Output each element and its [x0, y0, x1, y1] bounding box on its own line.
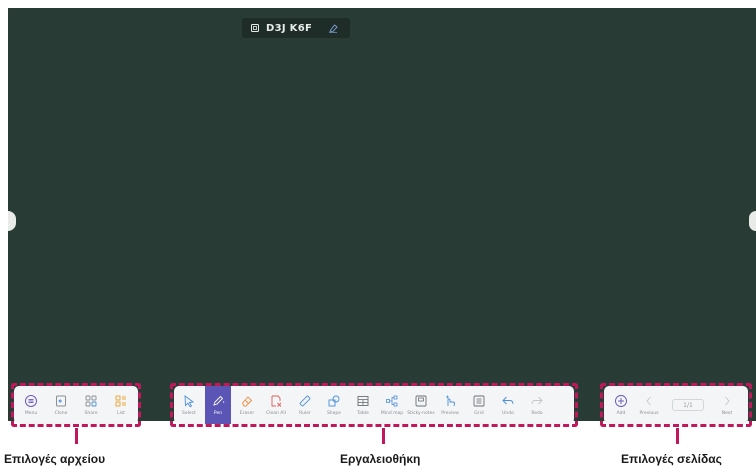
preview-tool-button[interactable]: Preview	[437, 386, 463, 424]
sticky-notes-icon	[415, 395, 427, 407]
list-button[interactable]: List	[108, 386, 134, 424]
eraser-icon	[241, 396, 253, 407]
page-indicator: 1/1	[672, 399, 704, 411]
chevron-left-icon	[646, 396, 651, 406]
toolbox-toolbar: Select Pen Eraser Clean All Ruler Shape …	[174, 386, 574, 424]
sticky-notes-tool-button[interactable]: Sticky-notes	[407, 386, 435, 424]
file-options-caption: Επιλογές αρχείου	[4, 452, 106, 466]
mind-map-icon	[386, 395, 398, 407]
preview-label: Preview	[441, 411, 459, 416]
menu-icon	[25, 395, 37, 407]
sticky-notes-label: Sticky-notes	[407, 411, 435, 416]
table-tool-button[interactable]: Table	[350, 386, 376, 424]
menu-label: Menu	[24, 411, 38, 416]
right-panel-handle[interactable]	[749, 211, 756, 231]
clone-button[interactable]: Clone	[48, 386, 74, 424]
clone-icon	[56, 395, 66, 407]
page-options-toolbar: Add Previous 1/1 Next	[604, 386, 748, 424]
grid-label: Grid	[474, 411, 484, 416]
redo-button[interactable]: Redo	[524, 386, 550, 424]
undo-icon	[502, 396, 514, 405]
add-page-button[interactable]: Add	[608, 386, 634, 424]
share-icon	[85, 395, 97, 407]
ruler-label: Ruler	[299, 411, 311, 416]
redo-label: Redo	[531, 411, 543, 416]
undo-label: Undo	[502, 411, 514, 416]
file-options-toolbar: Menu Clone Share List	[14, 386, 138, 424]
share-label: Share	[84, 411, 98, 416]
copy-icon[interactable]	[250, 23, 260, 33]
previous-page-button[interactable]: Previous	[634, 386, 664, 424]
room-code-pill: D3J K6F	[242, 18, 350, 38]
mind-map-tool-button[interactable]: Mind map	[379, 386, 405, 424]
whiteboard-canvas[interactable]: D3J K6F	[8, 8, 756, 421]
grid-tool-button[interactable]: Grid	[466, 386, 492, 424]
redo-icon	[531, 396, 543, 405]
preview-icon	[446, 395, 455, 407]
table-label: Table	[357, 411, 369, 416]
list-label: List	[117, 411, 125, 416]
page-options-pointer	[676, 428, 679, 444]
grid-icon	[473, 395, 485, 407]
table-icon	[357, 396, 369, 406]
clean-all-label: Clean All	[266, 411, 286, 416]
select-tool-button[interactable]: Select	[176, 386, 202, 424]
add-icon	[615, 395, 627, 407]
next-label: Next	[721, 411, 733, 416]
eraser-icon[interactable]	[328, 23, 338, 33]
next-page-button[interactable]: Next	[714, 386, 740, 424]
eraser-label: Eraser	[239, 411, 255, 416]
page-options-caption: Επιλογές σελίδας	[621, 452, 722, 466]
shape-tool-button[interactable]: Shape	[321, 386, 347, 424]
eraser-tool-button[interactable]: Eraser	[234, 386, 260, 424]
add-label: Add	[616, 411, 626, 416]
whiteboard-app: D3J K6F Menu Clone Share List Select Pen…	[0, 0, 756, 469]
pen-label: Pen	[213, 411, 223, 416]
mind-map-label: Mind map	[380, 411, 404, 416]
undo-button[interactable]: Undo	[495, 386, 521, 424]
select-label: Select	[182, 411, 196, 416]
shape-icon	[328, 395, 340, 407]
toolbox-pointer	[382, 428, 385, 444]
ruler-icon	[299, 395, 311, 407]
clean-all-button[interactable]: Clean All	[263, 386, 289, 424]
previous-label: Previous	[639, 411, 659, 416]
share-button[interactable]: Share	[78, 386, 104, 424]
toolbox-caption: Εργαλειοθήκη	[340, 452, 421, 466]
menu-button[interactable]: Menu	[18, 386, 44, 424]
clean-all-icon	[271, 395, 282, 407]
pen-tool-button[interactable]: Pen	[205, 386, 231, 424]
chevron-right-icon	[725, 396, 730, 406]
room-code: D3J K6F	[266, 22, 313, 34]
cursor-icon	[184, 395, 195, 408]
clone-label: Clone	[54, 411, 68, 416]
pen-icon	[213, 395, 225, 406]
list-icon	[115, 395, 126, 407]
shape-label: Shape	[326, 411, 342, 416]
ruler-tool-button[interactable]: Ruler	[292, 386, 318, 424]
file-options-pointer	[75, 428, 78, 444]
